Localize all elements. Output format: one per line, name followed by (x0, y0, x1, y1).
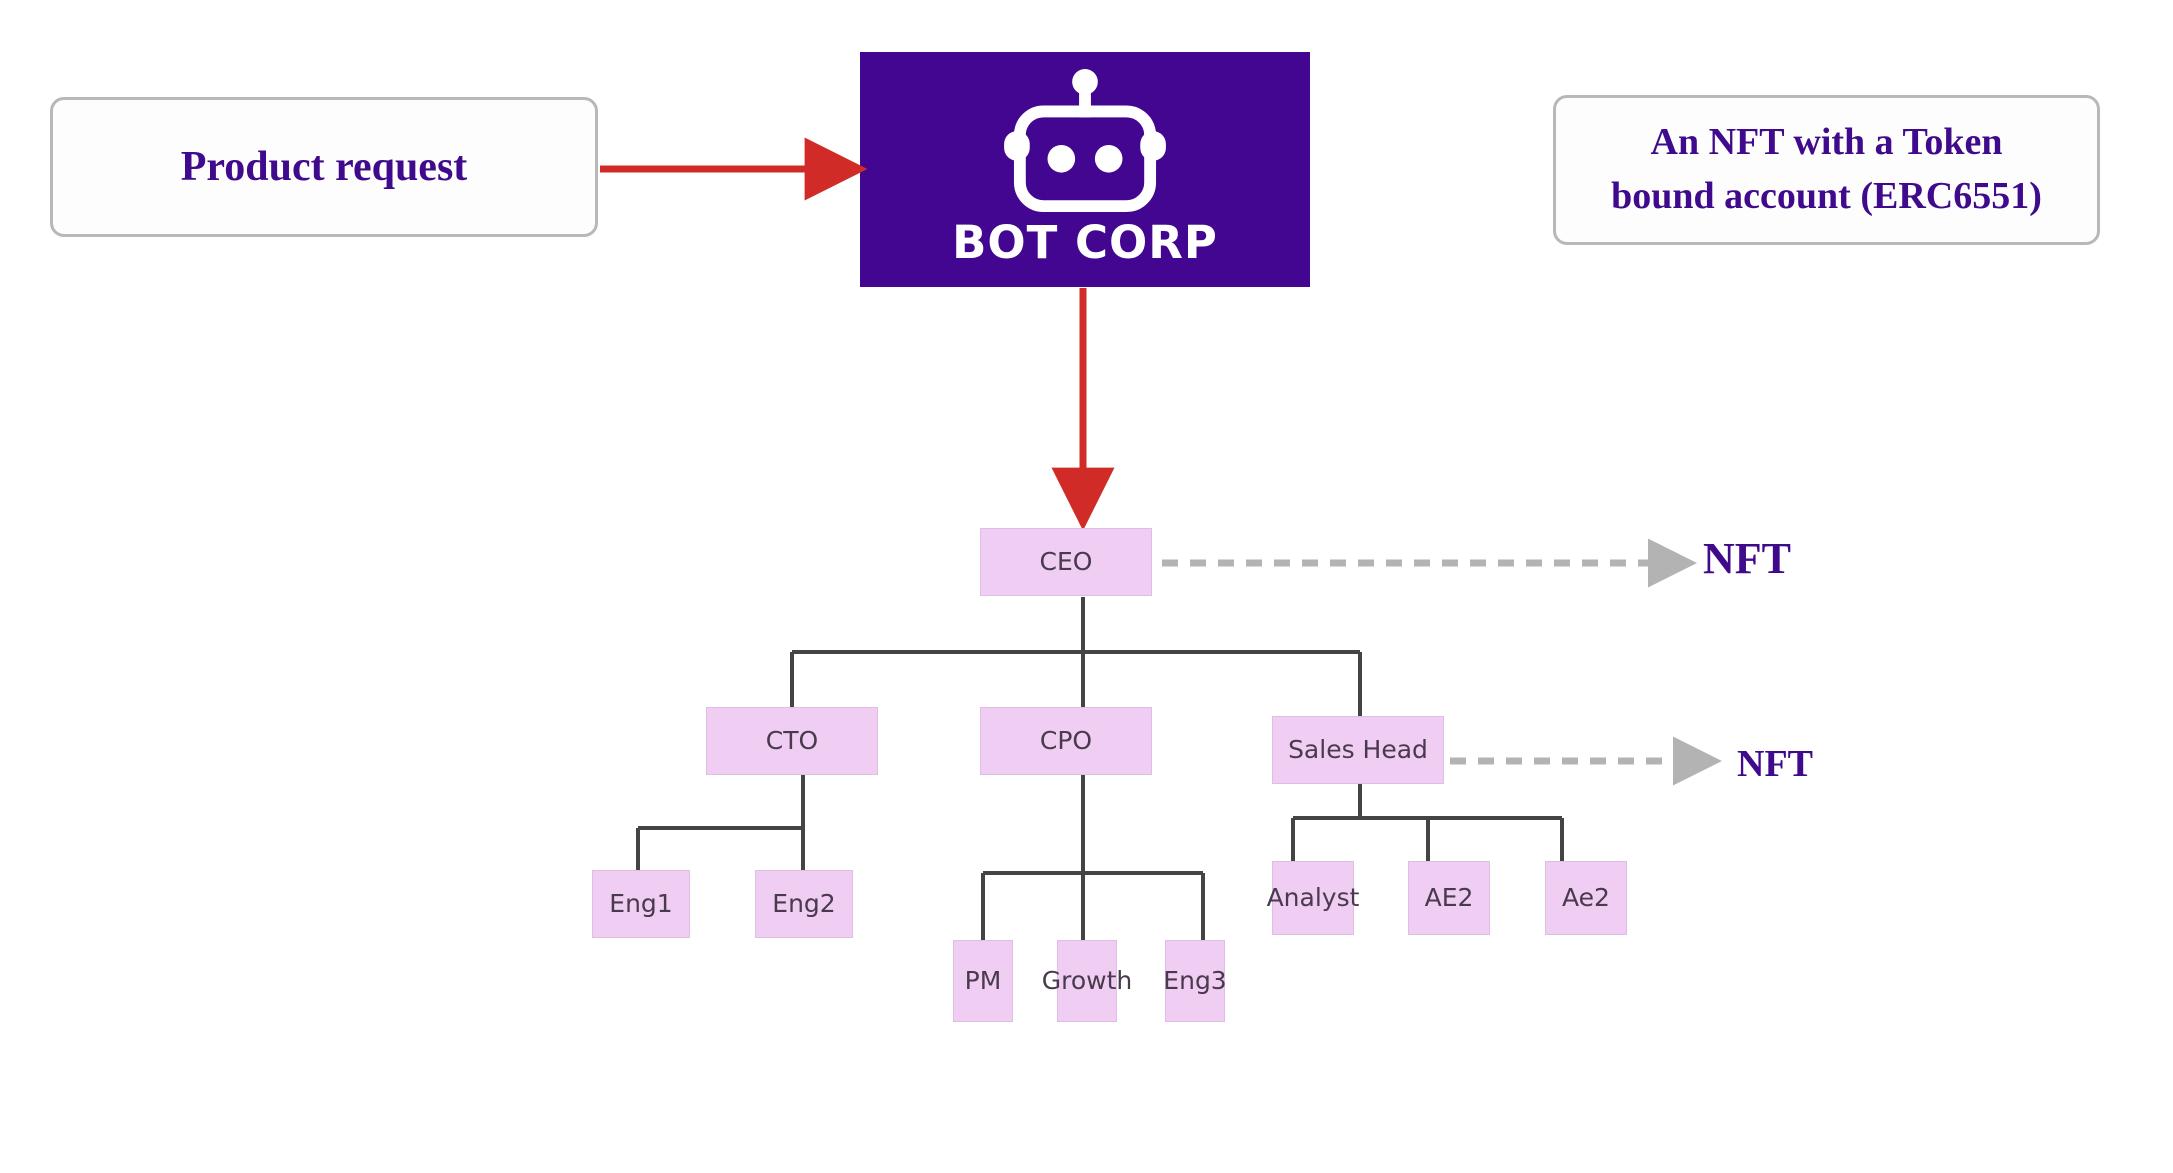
nft-definition-callout: An NFT with a Token bound account (ERC65… (1553, 95, 2100, 245)
org-node-analyst[interactable]: Analyst (1267, 861, 1359, 935)
org-node-sales-head[interactable]: Sales Head (1272, 716, 1444, 784)
nft-definition-text: An NFT with a Token bound account (ERC65… (1611, 116, 2042, 224)
org-node-label: CTO (765, 725, 819, 755)
org-node-growth[interactable]: Growth (1042, 940, 1132, 1022)
robot-head-icon (1004, 68, 1166, 213)
org-node-ae2-lower[interactable]: Ae2 (1545, 861, 1627, 935)
org-node-cpo[interactable]: CPO (980, 707, 1152, 775)
org-node-ae2[interactable]: AE2 (1408, 861, 1490, 935)
product-request-callout: Product request (50, 97, 598, 237)
nft-label-ceo: NFT (1703, 534, 1791, 583)
org-node-label: Eng1 (609, 888, 673, 918)
org-node-label: CPO (1039, 725, 1093, 755)
org-node-label: PM (964, 965, 1002, 995)
org-node-ceo[interactable]: CEO (980, 528, 1152, 596)
org-node-label: AE2 (1424, 882, 1474, 912)
nft-definition-line-2: bound account (ERC6551) (1611, 175, 2042, 217)
org-node-cto[interactable]: CTO (706, 707, 878, 775)
nft-label-sales-head: NFT (1737, 743, 1813, 785)
bot-corp-brand-tile: BOT CORP (860, 52, 1310, 287)
org-node-label: CEO (1039, 546, 1093, 576)
org-node-label: Eng3 (1163, 965, 1227, 995)
org-node-eng2[interactable]: Eng2 (755, 870, 853, 938)
org-node-label: Ae2 (1562, 882, 1610, 912)
org-node-label: Growth (1041, 965, 1133, 995)
diagram-canvas: Product request An NFT with a Token boun… (0, 0, 2173, 1173)
org-node-label: Eng2 (772, 888, 836, 918)
nft-definition-line-1: An NFT with a Token (1650, 121, 2003, 164)
org-node-label: Sales Head (1288, 734, 1428, 764)
connector-cto-children (636, 775, 805, 870)
org-node-label: Analyst (1266, 882, 1360, 912)
product-request-label: Product request (180, 144, 468, 190)
org-node-eng3[interactable]: Eng3 (1163, 940, 1227, 1022)
org-node-eng1[interactable]: Eng1 (592, 870, 690, 938)
connector-ceo-children (790, 597, 1362, 716)
connector-cpo-children (981, 775, 1205, 940)
org-node-pm[interactable]: PM (953, 940, 1013, 1022)
connector-sales-children (1291, 784, 1564, 861)
brand-name-label: BOT CORP (952, 216, 1218, 269)
